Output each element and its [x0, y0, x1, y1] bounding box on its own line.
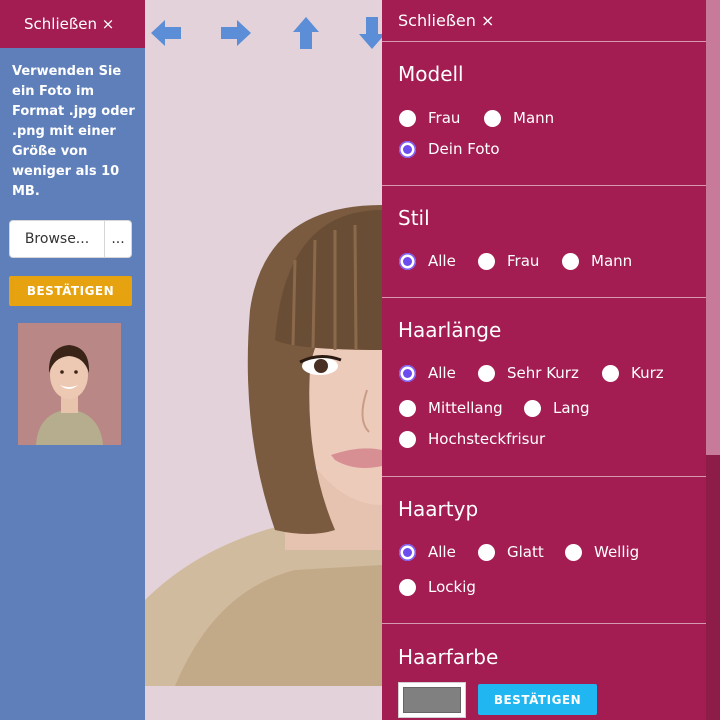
radio-haartyp-lockig[interactable]: Lockig [399, 578, 476, 596]
radio-label: Kurz [631, 364, 664, 382]
radio-label: Alle [428, 364, 456, 382]
arrow-right-icon[interactable] [218, 15, 254, 51]
radio-modell-dein-foto[interactable]: Dein Foto [399, 140, 500, 158]
radio-button[interactable] [399, 399, 416, 417]
file-input[interactable]: Browse... ... [9, 220, 132, 258]
radio-stil-alle[interactable]: Alle [399, 252, 456, 270]
radio-button[interactable] [484, 109, 501, 127]
radio-haartyp-wellig[interactable]: Wellig [565, 543, 639, 561]
haartyp-section: Haartyp Alle Glatt Wellig Lockig [382, 477, 706, 624]
radio-button-selected[interactable] [399, 364, 416, 382]
radio-label: Sehr Kurz [507, 364, 579, 382]
radio-label: Mann [513, 109, 555, 127]
radio-haarlaenge-lang[interactable]: Lang [524, 399, 590, 417]
upload-confirm-button[interactable]: BESTÄTIGEN [9, 276, 132, 306]
filter-panel: Schließen × Modell Frau Mann Dein Foto S… [382, 0, 706, 720]
radio-label: Glatt [507, 543, 544, 561]
radio-button[interactable] [478, 252, 495, 270]
section-title: Haartyp [398, 497, 479, 521]
browse-button[interactable]: Browse... [10, 221, 105, 257]
haarfarbe-color-picker[interactable] [398, 682, 466, 718]
radio-stil-mann[interactable]: Mann [562, 252, 632, 270]
radio-label: Mittellang [428, 399, 503, 417]
radio-button-selected[interactable] [399, 252, 416, 270]
section-title: Stil [398, 206, 430, 230]
uploaded-photo-thumbnail[interactable] [18, 323, 121, 445]
radio-haarlaenge-alle[interactable]: Alle [399, 364, 456, 382]
file-name-field[interactable]: ... [105, 221, 131, 257]
modell-section: Modell Frau Mann Dein Foto [382, 42, 706, 186]
arrow-up-icon[interactable] [288, 15, 324, 51]
radio-button-selected[interactable] [399, 140, 416, 158]
arrow-left-icon[interactable] [148, 15, 184, 51]
haarfarbe-confirm-button[interactable]: BESTÄTIGEN [478, 684, 597, 715]
radio-label: Frau [428, 109, 461, 127]
radio-button[interactable] [399, 430, 416, 448]
radio-label: Dein Foto [428, 140, 500, 158]
radio-stil-frau[interactable]: Frau [478, 252, 539, 270]
radio-label: Mann [591, 252, 633, 270]
radio-button[interactable] [399, 109, 416, 127]
radio-button[interactable] [562, 252, 579, 270]
radio-button[interactable] [524, 399, 541, 417]
radio-haarlaenge-kurz[interactable]: Kurz [602, 364, 664, 382]
radio-label: Alle [428, 252, 456, 270]
radio-haarlaenge-hochsteckfrisur[interactable]: Hochsteckfrisur [399, 430, 545, 448]
radio-modell-frau[interactable]: Frau [399, 109, 460, 127]
radio-label: Alle [428, 543, 456, 561]
filter-panel-close-button[interactable]: Schließen × [382, 0, 706, 42]
radio-button[interactable] [478, 543, 495, 561]
radio-button[interactable] [565, 543, 582, 561]
radio-label: Lockig [428, 578, 476, 596]
radio-button-selected[interactable] [399, 543, 416, 561]
stil-section: Stil Alle Frau Mann [382, 186, 706, 298]
radio-haartyp-glatt[interactable]: Glatt [478, 543, 544, 561]
radio-haarlaenge-mittellang[interactable]: Mittellang [399, 399, 503, 417]
radio-label: Hochsteckfrisur [428, 430, 546, 448]
haarlaenge-section: Haarlänge Alle Sehr Kurz Kurz Mittellang… [382, 298, 706, 477]
radio-button[interactable] [478, 364, 495, 382]
radio-button[interactable] [399, 578, 416, 596]
radio-label: Wellig [594, 543, 640, 561]
section-title: Haarlänge [398, 318, 502, 342]
radio-modell-mann[interactable]: Mann [484, 109, 554, 127]
color-swatch-fill [403, 687, 461, 713]
scrollbar-thumb[interactable] [706, 0, 720, 455]
radio-haarlaenge-sehr-kurz[interactable]: Sehr Kurz [478, 364, 579, 382]
section-title: Modell [398, 62, 464, 86]
upload-instructions: Verwenden Sie ein Foto im Format .jpg od… [12, 64, 135, 199]
radio-haartyp-alle[interactable]: Alle [399, 543, 456, 561]
upload-panel: Schließen × Verwenden Sie ein Foto im Fo… [0, 0, 145, 720]
haarfarbe-title: Haarfarbe [398, 645, 499, 669]
radio-label: Lang [553, 399, 590, 417]
radio-button[interactable] [602, 364, 619, 382]
upload-panel-close-button[interactable]: Schließen × [0, 0, 145, 48]
hairstyle-preview-image [145, 170, 382, 686]
radio-label: Frau [507, 252, 540, 270]
